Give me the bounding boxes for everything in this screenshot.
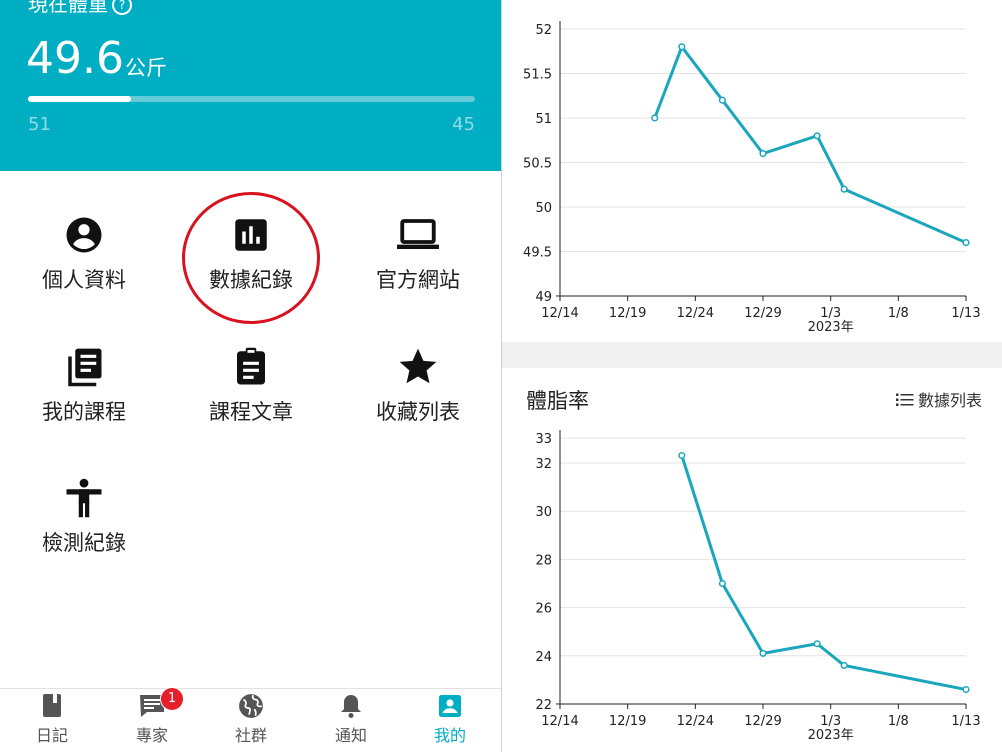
y-tick-label: 30 <box>535 505 552 520</box>
menu-item-my-courses[interactable]: 我的課程 <box>9 346 159 426</box>
x-tick-label: 1/13 <box>951 714 980 729</box>
data-point <box>678 43 686 51</box>
tab-label: 通知 <box>334 726 367 745</box>
menu-item-label: 檢測紀錄 <box>42 531 126 555</box>
tab-label: 我的 <box>433 726 466 745</box>
menu-item-test-records[interactable]: 檢測紀錄 <box>9 477 159 557</box>
data-point <box>813 132 821 140</box>
account-circle-icon <box>66 217 102 253</box>
weight-unit: 公斤 <box>125 56 167 80</box>
menu-item-favorites[interactable]: 收藏列表 <box>343 346 493 426</box>
y-tick-label: 26 <box>535 602 552 617</box>
tab-community[interactable]: 社群 <box>201 689 301 746</box>
library-books-icon <box>68 348 102 387</box>
x-year-label: 2023年 <box>808 728 854 743</box>
x-tick-label: 12/24 <box>677 714 714 729</box>
tab-notifications[interactable]: 通知 <box>301 689 401 746</box>
menu-item-label: 官方網站 <box>376 268 460 292</box>
data-point <box>718 579 726 588</box>
menu-item-official-site[interactable]: 官方網站 <box>343 214 493 294</box>
menu-item-profile[interactable]: 個人資料 <box>9 214 159 294</box>
x-tick-label: 1/3 <box>820 306 841 321</box>
bottom-tab-bar: 日記 專家 1 社群 通知 我的 <box>0 687 501 752</box>
y-tick-label: 22 <box>535 698 552 713</box>
clipboard-icon <box>237 347 265 385</box>
charts-panel: 52 51.5 51 50.5 50 49.5 49 12/14 12/19 12/24 12/29… <box>502 0 1002 752</box>
tab-label: 日記 <box>35 726 68 745</box>
y-tick-label: 50 <box>535 201 552 216</box>
data-point <box>962 685 970 694</box>
weight-progress-bar <box>28 96 475 102</box>
x-tick-label: 12/29 <box>744 714 781 729</box>
highlight-circle <box>182 192 320 324</box>
x-tick-label: 12/19 <box>609 306 646 321</box>
weight-header: 現在體重? 49.6 公斤 51 45 <box>0 0 501 171</box>
help-icon[interactable]: ? <box>112 0 132 15</box>
series-line <box>680 455 967 692</box>
start-weight: 51 <box>28 114 51 135</box>
menu-item-label: 個人資料 <box>42 268 126 292</box>
bell-icon <box>341 695 361 718</box>
y-tick-label: 32 <box>535 457 552 472</box>
tab-diary[interactable]: 日記 <box>2 689 102 746</box>
y-tick-label: 52 <box>535 23 552 38</box>
y-tick-label: 51 <box>535 112 552 127</box>
x-tick-label: 12/24 <box>677 306 714 321</box>
tab-me[interactable]: 我的 <box>400 689 500 746</box>
person-icon <box>66 478 102 518</box>
data-point <box>840 661 848 669</box>
current-weight-value: 49.6 <box>26 33 124 84</box>
x-year-label: 2023年 <box>808 320 854 335</box>
current-weight-label: 現在體重 <box>28 0 108 16</box>
menu-item-label: 收藏列表 <box>376 400 460 424</box>
goal-weight: 45 <box>452 114 475 135</box>
y-tick-label: 49.5 <box>523 246 552 261</box>
book-icon <box>43 694 61 717</box>
data-point <box>718 96 726 104</box>
x-tick-label: 1/8 <box>888 306 909 321</box>
data-point <box>759 150 767 158</box>
x-tick-label: 12/14 <box>541 714 578 729</box>
tab-experts[interactable]: 專家 1 <box>102 687 202 746</box>
x-tick-label: 12/19 <box>609 714 646 729</box>
tab-label: 社群 <box>234 726 267 745</box>
data-point <box>813 640 821 648</box>
body-fat-chart: 33 32 30 28 26 24 2212/14 12/19 12/24 12/29 1/3 1/8… <box>535 430 981 743</box>
data-point <box>840 185 848 193</box>
y-tick-label: 24 <box>535 650 552 665</box>
weight-chart: 52 51.5 51 50.5 50 49.5 4912/14 12/19 12/24 12/29… <box>523 21 981 335</box>
section-separator <box>502 342 1002 368</box>
profile-icon <box>439 695 461 717</box>
star-icon <box>399 348 437 384</box>
y-tick-label: 50.5 <box>523 157 552 172</box>
y-tick-label: 51.5 <box>523 68 552 83</box>
weight-progress-fill <box>28 96 131 102</box>
data-point <box>759 649 767 657</box>
menu-item-label: 我的課程 <box>42 400 126 424</box>
x-tick-label: 1/8 <box>888 714 909 729</box>
data-point <box>962 239 970 247</box>
x-tick-label: 12/29 <box>744 306 781 321</box>
notification-badge: 1 <box>160 687 184 711</box>
series-line <box>653 45 967 244</box>
laptop-icon <box>397 219 439 249</box>
menu-item-course-articles[interactable]: 課程文章 <box>176 346 326 426</box>
data-point <box>678 451 686 460</box>
x-tick-label: 12/14 <box>541 306 578 321</box>
menu-item-label: 課程文章 <box>209 400 293 424</box>
current-weight-title: 現在體重? <box>28 0 132 17</box>
globe-icon <box>239 694 263 718</box>
x-tick-label: 1/13 <box>951 306 980 321</box>
data-point <box>651 114 659 122</box>
y-tick-label: 33 <box>535 432 552 447</box>
profile-panel: 現在體重? 49.6 公斤 51 45 個人資料 數據紀錄 官方網站 我的課程 … <box>0 0 501 752</box>
y-tick-label: 49 <box>535 290 552 305</box>
y-tick-label: 28 <box>535 553 552 568</box>
x-tick-label: 1/3 <box>820 714 841 729</box>
tab-label: 專家 <box>135 726 168 745</box>
